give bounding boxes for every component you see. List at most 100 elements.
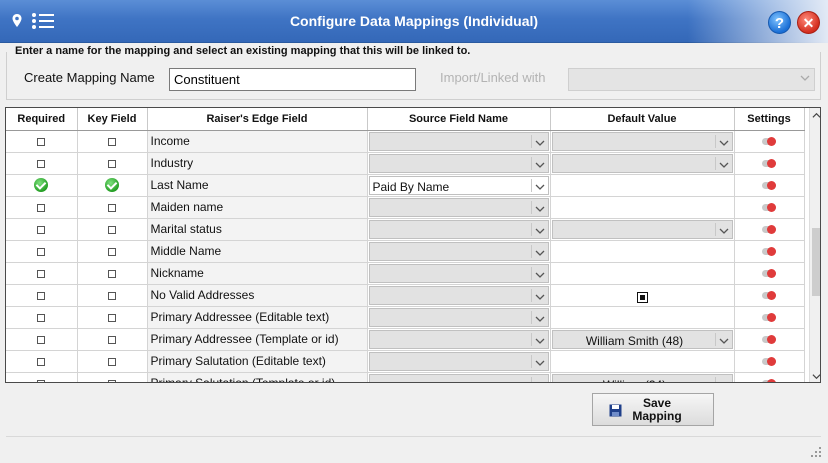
help-button[interactable]: ?	[768, 11, 791, 34]
chevron-down-icon	[719, 140, 728, 146]
default-value-input[interactable]	[551, 263, 733, 283]
source-field-select[interactable]	[368, 197, 549, 217]
required-checkbox[interactable]	[37, 137, 46, 146]
close-button[interactable]: ✕	[797, 11, 820, 34]
key-field-cell	[77, 196, 148, 219]
source-field-select[interactable]	[368, 241, 549, 261]
default-value-input[interactable]	[551, 197, 733, 217]
source-field-select[interactable]	[368, 153, 549, 173]
key-field-checkbox[interactable]	[108, 137, 116, 146]
footer-divider	[6, 436, 821, 437]
key-field-checkbox[interactable]	[108, 335, 116, 344]
scrollbar-thumb[interactable]	[812, 228, 820, 296]
key-field-checkbox[interactable]	[108, 357, 116, 366]
key-field-checkbox[interactable]	[108, 313, 116, 322]
table-row: Primary Addressee (Editable text)	[6, 306, 805, 329]
table-row: Primary Salutation (Editable text)	[6, 350, 805, 373]
dropdown-separator	[530, 244, 532, 258]
default-value-checkbox[interactable]	[636, 291, 648, 303]
scroll-up-icon[interactable]	[812, 111, 821, 120]
required-checkbox[interactable]	[37, 335, 46, 344]
default-value-input[interactable]	[551, 307, 733, 327]
resize-grip-icon[interactable]	[810, 446, 822, 458]
default-value-input[interactable]	[551, 351, 733, 371]
required-checkbox[interactable]	[37, 269, 46, 278]
dropdown-separator	[530, 222, 532, 236]
default-value-input[interactable]	[551, 241, 733, 261]
required-checkbox[interactable]	[37, 203, 46, 212]
required-checkbox[interactable]	[37, 379, 46, 382]
table-row: Industry	[6, 152, 805, 175]
required-checkbox[interactable]	[37, 313, 46, 322]
required-checkbox[interactable]	[37, 225, 46, 234]
column-header-required[interactable]: Required	[6, 108, 78, 131]
key-field-checkbox[interactable]	[108, 225, 116, 234]
dropdown-separator	[530, 266, 532, 280]
key-field-cell	[77, 174, 148, 197]
column-header-default-value[interactable]: Default Value	[550, 108, 735, 131]
linked-mapping-select[interactable]	[568, 68, 815, 91]
column-header-settings[interactable]: Settings	[734, 108, 805, 131]
settings-cell	[734, 240, 805, 263]
source-field-cell: Paid By Name	[367, 174, 551, 197]
column-header-key-field[interactable]: Key Field	[77, 108, 148, 131]
settings-toggle-icon[interactable]	[762, 291, 776, 301]
required-checkbox[interactable]	[37, 159, 46, 168]
settings-toggle-icon[interactable]	[762, 379, 776, 382]
source-field-select[interactable]	[368, 219, 549, 239]
chevron-down-icon	[535, 140, 544, 146]
default-value-select[interactable]	[551, 219, 733, 239]
window-title: Configure Data Mappings (Individual)	[289, 13, 539, 29]
settings-toggle-icon[interactable]	[762, 159, 776, 169]
key-field-checkbox[interactable]	[108, 269, 116, 278]
default-value-select[interactable]: William (34)	[551, 373, 733, 382]
key-field-checkbox[interactable]	[108, 291, 116, 300]
settings-toggle-icon[interactable]	[762, 247, 776, 257]
key-field-checkbox[interactable]	[108, 203, 116, 212]
settings-toggle-icon[interactable]	[762, 225, 776, 235]
source-field-select[interactable]: Paid By Name	[368, 175, 549, 195]
default-value-box	[551, 285, 733, 305]
vertical-scrollbar[interactable]	[809, 108, 821, 382]
default-value-select[interactable]	[551, 153, 733, 173]
settings-toggle-icon[interactable]	[762, 357, 776, 367]
settings-toggle-icon[interactable]	[762, 137, 776, 147]
re-field-name: No Valid Addresses	[147, 284, 368, 307]
scroll-down-icon[interactable]	[812, 372, 821, 381]
source-field-cell	[367, 284, 551, 307]
source-field-select[interactable]	[368, 373, 549, 382]
settings-toggle-icon[interactable]	[762, 313, 776, 323]
source-field-select[interactable]	[368, 329, 549, 349]
source-field-cell	[367, 196, 551, 219]
default-value-select[interactable]	[551, 131, 733, 151]
required-checkbox[interactable]	[37, 247, 46, 256]
table-row: Primary Salutation (Template or id) Willi…	[6, 372, 805, 382]
source-field-select[interactable]	[368, 131, 549, 151]
key-field-ok-icon[interactable]	[105, 178, 119, 193]
mapping-name-input[interactable]	[169, 68, 416, 91]
source-field-select[interactable]	[368, 307, 549, 327]
table-row: No Valid Addresses	[6, 284, 805, 307]
source-field-select[interactable]	[368, 351, 549, 371]
required-checkbox[interactable]	[37, 357, 46, 366]
required-ok-icon[interactable]	[34, 178, 49, 193]
key-field-checkbox[interactable]	[108, 159, 116, 168]
default-value-select[interactable]: William Smith (48)	[551, 329, 733, 349]
column-header-re-field[interactable]: Raiser's Edge Field	[147, 108, 368, 131]
save-mapping-button[interactable]: Save Mapping	[592, 393, 714, 426]
settings-cell	[734, 218, 805, 241]
settings-toggle-icon[interactable]	[762, 269, 776, 279]
settings-toggle-icon[interactable]	[762, 335, 776, 345]
required-checkbox[interactable]	[37, 291, 46, 300]
source-field-select[interactable]	[368, 285, 549, 305]
source-field-select[interactable]	[368, 263, 549, 283]
settings-toggle-icon[interactable]	[762, 181, 776, 191]
settings-toggle-icon[interactable]	[762, 203, 776, 213]
key-field-checkbox[interactable]	[108, 247, 116, 256]
title-bar: Configure Data Mappings (Individual) ? ✕	[0, 0, 828, 43]
chevron-down-icon	[535, 250, 544, 256]
key-field-checkbox[interactable]	[108, 379, 116, 382]
column-header-source-field[interactable]: Source Field Name	[367, 108, 551, 131]
re-field-name: Income	[147, 130, 368, 153]
default-value-input[interactable]	[551, 175, 733, 195]
